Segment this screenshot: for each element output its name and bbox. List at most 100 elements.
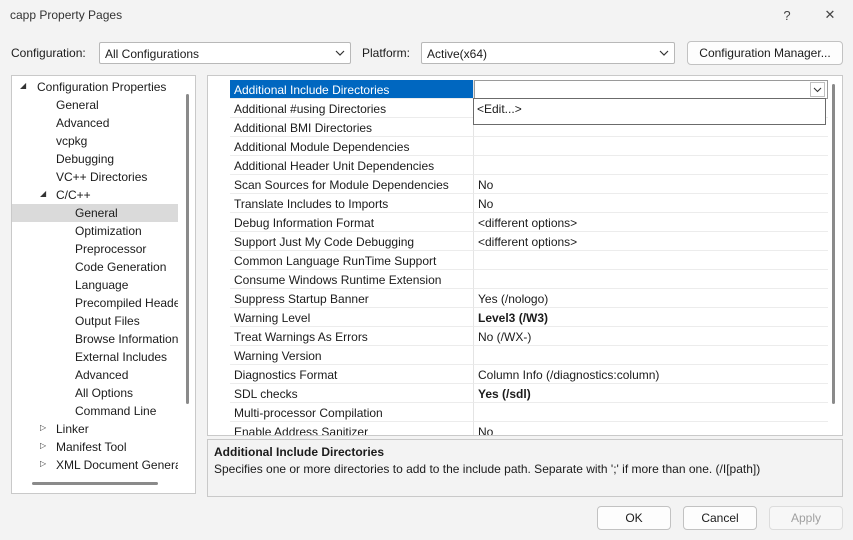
apply-button[interactable]: Apply: [769, 506, 843, 530]
property-value-cell[interactable]: [474, 346, 828, 365]
property-value-combo[interactable]: [474, 80, 828, 99]
property-name-cell[interactable]: Multi-processor Compilation: [230, 403, 474, 422]
property-value-cell[interactable]: No: [474, 194, 828, 213]
configuration-combo[interactable]: All Configurations: [99, 42, 351, 64]
property-row[interactable]: Additional Header Unit Dependencies: [208, 156, 828, 175]
property-row[interactable]: SDL checks Yes (/sdl): [208, 384, 828, 403]
property-row[interactable]: Support Just My Code Debugging <differen…: [208, 232, 828, 251]
property-row[interactable]: Multi-processor Compilation: [208, 403, 828, 422]
property-row[interactable]: Warning Level Level3 (/W3): [208, 308, 828, 327]
property-name-cell[interactable]: Diagnostics Format: [230, 365, 474, 384]
tree-item-all-options[interactable]: All Options: [12, 384, 178, 402]
platform-value: Active(x64): [427, 47, 488, 61]
tree-item-cpp-general[interactable]: General: [12, 204, 178, 222]
property-value-cell[interactable]: No: [474, 422, 828, 435]
property-row[interactable]: Diagnostics Format Column Info (/diagnos…: [208, 365, 828, 384]
property-value-cell[interactable]: Yes (/nologo): [474, 289, 828, 308]
property-grid: Additional Include Directories Additiona…: [207, 75, 843, 436]
expanded-triangle-icon[interactable]: ◢: [40, 189, 50, 201]
tree-item-xml-document-generator[interactable]: ▷ XML Document Genera: [12, 456, 178, 474]
property-row[interactable]: Scan Sources for Module Dependencies No: [208, 175, 828, 194]
grid-vertical-scrollbar[interactable]: [832, 84, 835, 404]
property-name-cell[interactable]: Support Just My Code Debugging: [230, 232, 474, 251]
property-value-cell[interactable]: No: [474, 175, 828, 194]
dropdown-button[interactable]: [810, 82, 825, 97]
property-name-cell[interactable]: Additional Module Dependencies: [230, 137, 474, 156]
property-name-cell[interactable]: Consume Windows Runtime Extension: [230, 270, 474, 289]
property-row[interactable]: Debug Information Format <different opti…: [208, 213, 828, 232]
tree-item-optimization[interactable]: Optimization: [12, 222, 178, 240]
property-value-cell[interactable]: <different options>: [474, 232, 828, 251]
tree-item-debugging[interactable]: Debugging: [12, 150, 178, 168]
property-name: Treat Warnings As Errors: [234, 330, 368, 344]
tree-item-label: Preprocessor: [75, 242, 147, 256]
property-name-cell[interactable]: Additional #using Directories: [230, 99, 474, 118]
property-name-cell[interactable]: Additional BMI Directories: [230, 118, 474, 137]
property-name-cell[interactable]: Additional Include Directories: [230, 80, 474, 99]
property-value-cell[interactable]: Column Info (/diagnostics:column): [474, 365, 828, 384]
property-value-cell[interactable]: <different options>: [474, 213, 828, 232]
tree-item-c-cpp[interactable]: ◢ C/C++: [12, 186, 178, 204]
property-name-cell[interactable]: SDL checks: [230, 384, 474, 403]
property-value-cell[interactable]: [474, 251, 828, 270]
property-name-cell[interactable]: Warning Version: [230, 346, 474, 365]
property-name-cell[interactable]: Debug Information Format: [230, 213, 474, 232]
property-value-cell[interactable]: [474, 156, 828, 175]
property-name-cell[interactable]: Enable Address Sanitizer: [230, 422, 474, 435]
close-icon[interactable]: ✕: [815, 4, 845, 26]
tree-item-configuration-properties[interactable]: ◢ Configuration Properties: [12, 78, 178, 96]
collapsed-triangle-icon[interactable]: ▷: [40, 423, 50, 435]
property-value-cell[interactable]: [474, 403, 828, 422]
property-row[interactable]: Enable Address Sanitizer No: [208, 422, 828, 435]
tree-item-precompiled-headers[interactable]: Precompiled Heade: [12, 294, 178, 312]
ok-button[interactable]: OK: [597, 506, 671, 530]
tree-item-external-includes[interactable]: External Includes: [12, 348, 178, 366]
property-row[interactable]: Additional Module Dependencies: [208, 137, 828, 156]
property-row[interactable]: Consume Windows Runtime Extension: [208, 270, 828, 289]
property-value-cell[interactable]: Yes (/sdl): [474, 384, 828, 403]
property-name-cell[interactable]: Additional Header Unit Dependencies: [230, 156, 474, 175]
property-value-cell[interactable]: No (/WX-): [474, 327, 828, 346]
tree-item-vc-directories[interactable]: VC++ Directories: [12, 168, 178, 186]
tree-item-output-files[interactable]: Output Files: [12, 312, 178, 330]
tree-item-cpp-advanced[interactable]: Advanced: [12, 366, 178, 384]
tree-item-label: General: [75, 206, 118, 220]
property-row[interactable]: Warning Version: [208, 346, 828, 365]
description-panel: Additional Include Directories Specifies…: [207, 439, 843, 497]
property-name-cell[interactable]: Warning Level: [230, 308, 474, 327]
property-value: Yes (/nologo): [478, 292, 549, 306]
property-name-cell[interactable]: Scan Sources for Module Dependencies: [230, 175, 474, 194]
tree-item-code-generation[interactable]: Code Generation: [12, 258, 178, 276]
tree-item-vcpkg[interactable]: vcpkg: [12, 132, 178, 150]
tree-vertical-scrollbar[interactable]: [186, 94, 189, 404]
collapsed-triangle-icon[interactable]: ▷: [40, 459, 50, 471]
property-row[interactable]: Treat Warnings As Errors No (/WX-): [208, 327, 828, 346]
property-name-cell[interactable]: Treat Warnings As Errors: [230, 327, 474, 346]
tree-item-browse-information[interactable]: Browse Information: [12, 330, 178, 348]
tree-item-linker[interactable]: ▷ Linker: [12, 420, 178, 438]
property-value-cell[interactable]: [474, 137, 828, 156]
property-row[interactable]: Translate Includes to Imports No: [208, 194, 828, 213]
platform-combo[interactable]: Active(x64): [421, 42, 675, 64]
tree-item-label: Linker: [56, 422, 89, 436]
property-row[interactable]: Common Language RunTime Support: [208, 251, 828, 270]
tree-item-general[interactable]: General: [12, 96, 178, 114]
property-value-cell[interactable]: Level3 (/W3): [474, 308, 828, 327]
help-icon[interactable]: ?: [772, 4, 802, 26]
collapsed-triangle-icon[interactable]: ▷: [40, 441, 50, 453]
tree-item-language[interactable]: Language: [12, 276, 178, 294]
tree-item-manifest-tool[interactable]: ▷ Manifest Tool: [12, 438, 178, 456]
property-name-cell[interactable]: Translate Includes to Imports: [230, 194, 474, 213]
property-value-cell[interactable]: [474, 270, 828, 289]
dropdown-option-edit[interactable]: <Edit...>: [477, 102, 522, 116]
configuration-manager-button[interactable]: Configuration Manager...: [687, 41, 843, 65]
tree-horizontal-scrollbar[interactable]: [32, 482, 158, 485]
tree-item-preprocessor[interactable]: Preprocessor: [12, 240, 178, 258]
tree-item-command-line[interactable]: Command Line: [12, 402, 178, 420]
property-name-cell[interactable]: Common Language RunTime Support: [230, 251, 474, 270]
expanded-triangle-icon[interactable]: ◢: [20, 81, 30, 93]
property-row[interactable]: Suppress Startup Banner Yes (/nologo): [208, 289, 828, 308]
cancel-button[interactable]: Cancel: [683, 506, 757, 530]
property-name-cell[interactable]: Suppress Startup Banner: [230, 289, 474, 308]
tree-item-advanced[interactable]: Advanced: [12, 114, 178, 132]
